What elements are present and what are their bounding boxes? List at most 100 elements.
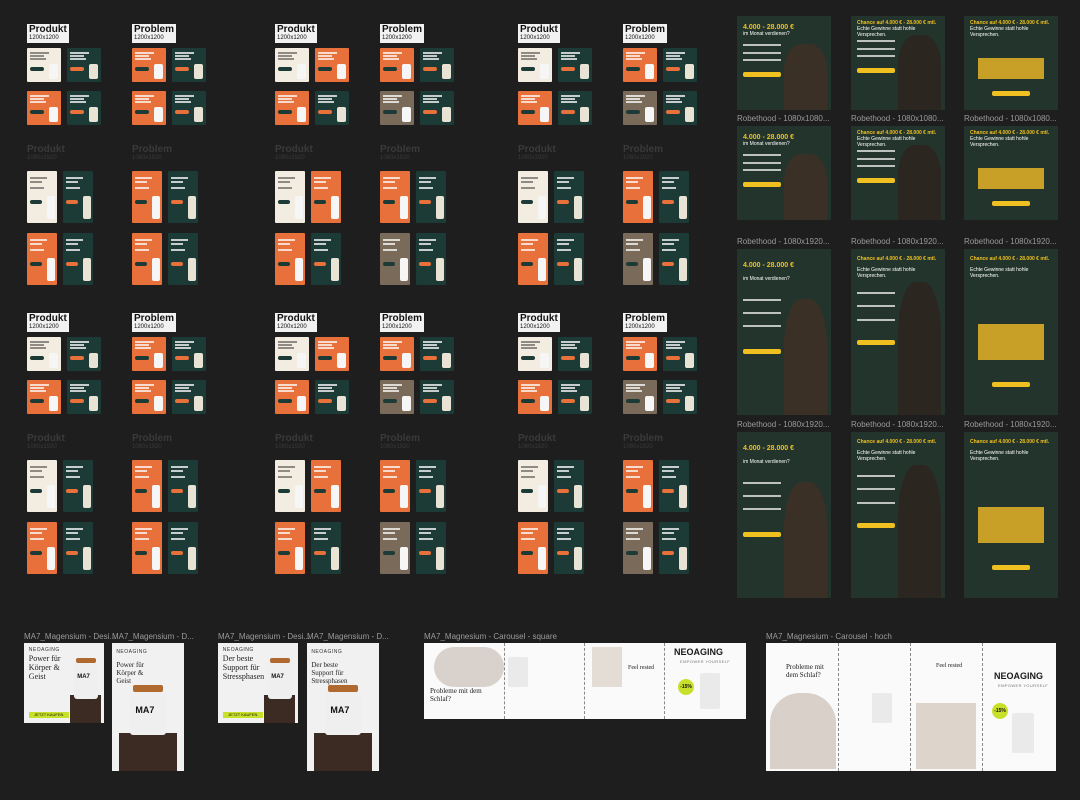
magnesium-ad[interactable]: NEOAGING Power für Körper & Geist MA7 [112, 643, 184, 771]
robethood-frame-label[interactable]: Robethood - 1080x1080... [964, 114, 1057, 123]
ad-thumbnail[interactable] [27, 337, 61, 371]
magnesium-frame-label[interactable]: MA7_Magnesium - Carousel - square [424, 632, 557, 641]
ad-thumbnail[interactable] [168, 460, 198, 512]
ad-thumbnail[interactable] [275, 380, 309, 414]
robethood-ad[interactable]: Chance auf 4.000 € - 28.000 € mtl. Echte … [964, 432, 1058, 598]
ad-thumbnail[interactable] [416, 171, 446, 223]
ad-thumbnail[interactable] [518, 48, 552, 82]
frame-label-ghost[interactable]: Produkt 1080x1920 [275, 145, 313, 162]
ad-thumbnail[interactable] [67, 91, 101, 125]
ad-thumbnail[interactable] [416, 233, 446, 285]
ad-thumbnail[interactable] [518, 522, 548, 574]
robethood-frame-label[interactable]: Robethood - 1080x1920... [737, 237, 830, 246]
ad-thumbnail[interactable] [420, 380, 454, 414]
ad-thumbnail[interactable] [663, 48, 697, 82]
ad-thumbnail[interactable] [558, 337, 592, 371]
robethood-frame-label[interactable]: Robethood - 1080x1920... [737, 420, 830, 429]
ad-thumbnail[interactable] [558, 48, 592, 82]
ad-thumbnail[interactable] [380, 233, 410, 285]
ad-thumbnail[interactable] [172, 48, 206, 82]
frame-label-produkt-problem[interactable]: Problem 1200x1200 [623, 313, 668, 332]
frame-label-ghost[interactable]: Produkt 1080x1920 [518, 145, 556, 162]
ad-thumbnail[interactable] [27, 171, 57, 223]
ad-thumbnail[interactable] [623, 460, 653, 512]
frame-label-produkt-problem[interactable]: Problem 1200x1200 [132, 313, 177, 332]
robethood-ad[interactable]: Chance auf 4.000 € - 28.000 € mtl. Echte … [964, 126, 1058, 220]
magnesium-frame-label[interactable]: MA7_Magensium - Desi... [218, 632, 310, 641]
magnesium-frame-label[interactable]: MA7_Magensium - D... [307, 632, 389, 641]
magnesium-frame-label[interactable]: MA7_Magensium - D... [112, 632, 194, 641]
ad-thumbnail[interactable] [554, 522, 584, 574]
robethood-frame-label[interactable]: Robethood - 1080x1920... [851, 420, 944, 429]
ad-thumbnail[interactable] [132, 91, 166, 125]
frame-label-ghost[interactable]: Problem 1080x1920 [623, 434, 663, 451]
ad-thumbnail[interactable] [659, 171, 689, 223]
ad-thumbnail[interactable] [518, 91, 552, 125]
ad-thumbnail[interactable] [623, 380, 657, 414]
ad-thumbnail[interactable] [275, 522, 305, 574]
ad-thumbnail[interactable] [554, 460, 584, 512]
ad-thumbnail[interactable] [27, 460, 57, 512]
ad-thumbnail[interactable] [63, 522, 93, 574]
ad-thumbnail[interactable] [659, 522, 689, 574]
frame-label-ghost[interactable]: Problem 1080x1920 [132, 145, 172, 162]
ad-thumbnail[interactable] [168, 233, 198, 285]
frame-label-produkt-problem[interactable]: Produkt 1200x1200 [27, 24, 69, 43]
ad-thumbnail[interactable] [132, 171, 162, 223]
frame-label-produkt-problem[interactable]: Produkt 1200x1200 [518, 24, 560, 43]
robethood-frame-label[interactable]: Robethood - 1080x1080... [851, 114, 944, 123]
robethood-ad[interactable]: Chance auf 4.000 € - 28.000 € mtl. Echte … [851, 16, 945, 110]
frame-label-ghost[interactable]: Problem 1080x1920 [623, 145, 663, 162]
ad-thumbnail[interactable] [623, 522, 653, 574]
ad-thumbnail[interactable] [315, 91, 349, 125]
frame-label-produkt-problem[interactable]: Produkt 1200x1200 [275, 313, 317, 332]
ad-thumbnail[interactable] [315, 380, 349, 414]
ad-thumbnail[interactable] [63, 460, 93, 512]
ad-thumbnail[interactable] [518, 380, 552, 414]
robethood-ad[interactable]: 4.000 - 28.000 € im Monat verdienen? [737, 249, 831, 415]
ad-thumbnail[interactable] [554, 233, 584, 285]
ad-thumbnail[interactable] [518, 171, 548, 223]
frame-label-produkt-problem[interactable]: Produkt 1200x1200 [275, 24, 317, 43]
ad-thumbnail[interactable] [275, 460, 305, 512]
frame-label-ghost[interactable]: Produkt 1080x1920 [275, 434, 313, 451]
ad-thumbnail[interactable] [311, 522, 341, 574]
ad-thumbnail[interactable] [420, 91, 454, 125]
ad-thumbnail[interactable] [63, 171, 93, 223]
ad-thumbnail[interactable] [416, 460, 446, 512]
robethood-frame-label[interactable]: Robethood - 1080x1920... [964, 237, 1057, 246]
ad-thumbnail[interactable] [132, 460, 162, 512]
ad-thumbnail[interactable] [275, 91, 309, 125]
robethood-ad[interactable]: 4.000 - 28.000 € im Monat verdienen? [737, 432, 831, 598]
robethood-ad[interactable]: Chance auf 4.000 € - 28.000 € mtl. Echte … [964, 249, 1058, 415]
ad-thumbnail[interactable] [420, 48, 454, 82]
frame-label-ghost[interactable]: Problem 1080x1920 [132, 434, 172, 451]
ad-thumbnail[interactable] [380, 522, 410, 574]
ad-thumbnail[interactable] [27, 522, 57, 574]
frame-label-produkt-problem[interactable]: Produkt 1200x1200 [518, 313, 560, 332]
ad-thumbnail[interactable] [311, 171, 341, 223]
ad-thumbnail[interactable] [67, 48, 101, 82]
ad-thumbnail[interactable] [315, 337, 349, 371]
ad-thumbnail[interactable] [558, 380, 592, 414]
ad-thumbnail[interactable] [663, 337, 697, 371]
ad-thumbnail[interactable] [311, 233, 341, 285]
carousel-square[interactable]: Probleme mit dem Schlaf? Feel rested -15% N… [424, 643, 746, 719]
ad-thumbnail[interactable] [558, 91, 592, 125]
frame-label-produkt-problem[interactable]: Produkt 1200x1200 [27, 313, 69, 332]
ad-thumbnail[interactable] [27, 48, 61, 82]
ad-thumbnail[interactable] [380, 171, 410, 223]
ad-thumbnail[interactable] [27, 91, 61, 125]
ad-thumbnail[interactable] [132, 337, 166, 371]
ad-thumbnail[interactable] [172, 337, 206, 371]
ad-thumbnail[interactable] [623, 337, 657, 371]
ad-thumbnail[interactable] [67, 337, 101, 371]
ad-thumbnail[interactable] [172, 91, 206, 125]
magnesium-frame-label[interactable]: MA7_Magensium - Desi... [24, 632, 116, 641]
ad-thumbnail[interactable] [168, 171, 198, 223]
ad-thumbnail[interactable] [518, 460, 548, 512]
ad-thumbnail[interactable] [275, 233, 305, 285]
magnesium-ad[interactable]: NEOAGING Power für Körper & Geist MA7 JETZT… [24, 643, 104, 723]
ad-thumbnail[interactable] [380, 460, 410, 512]
robethood-frame-label[interactable]: Robethood - 1080x1080... [737, 114, 830, 123]
